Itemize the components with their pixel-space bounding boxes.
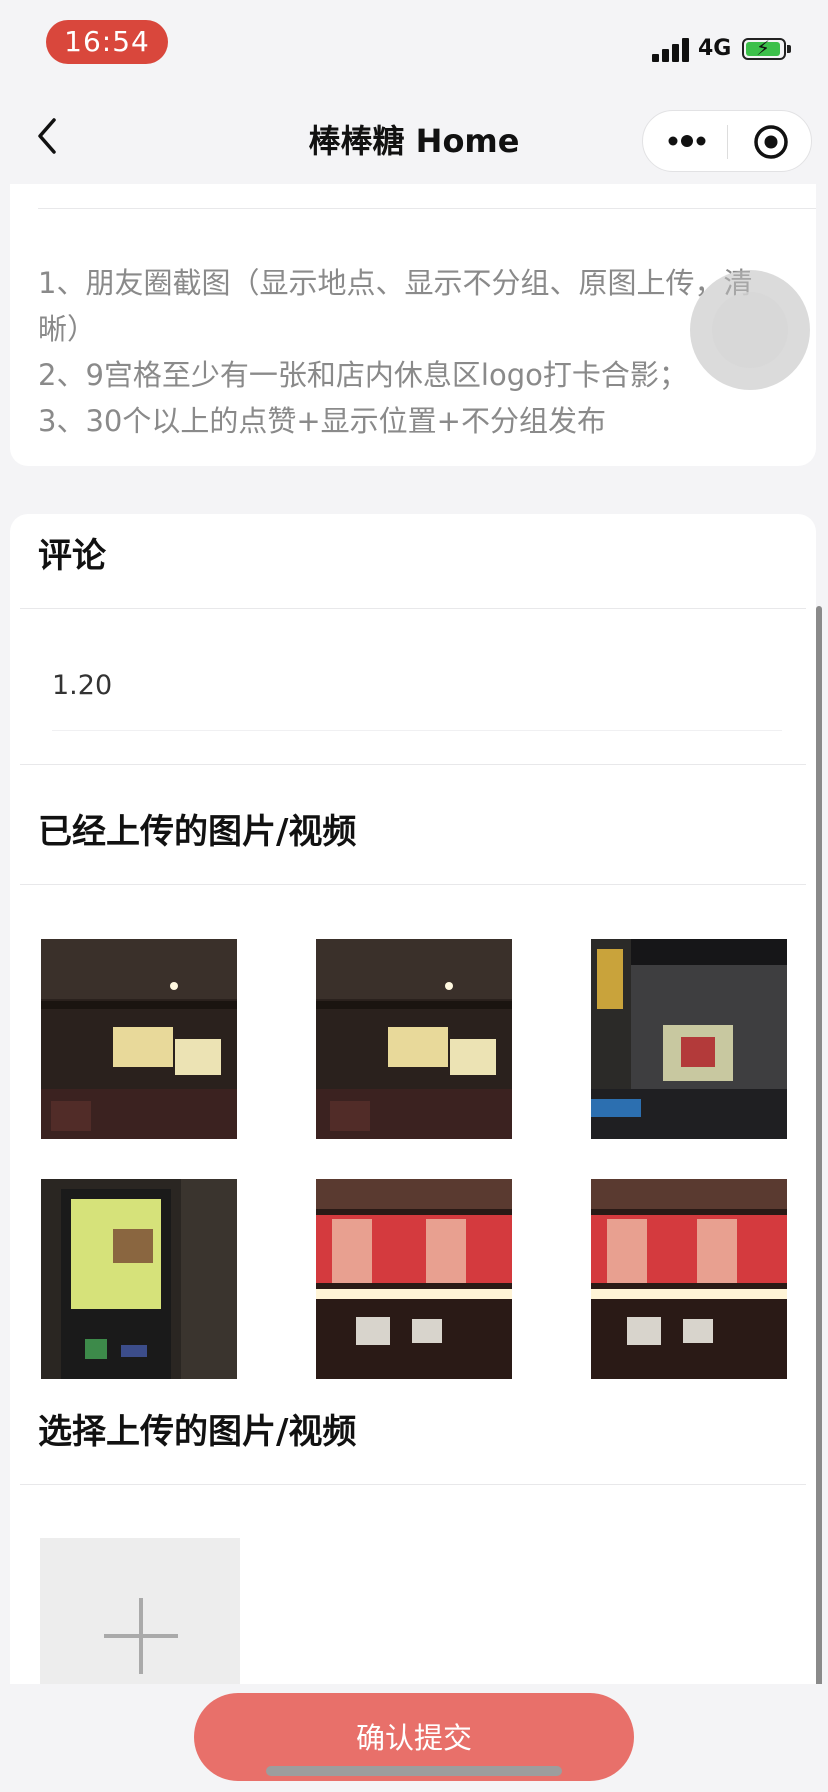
red-ad-banner-photo-1[interactable] — [316, 1179, 512, 1379]
cinema-menu-board-photo-1[interactable] — [41, 939, 237, 1139]
divider — [20, 884, 806, 885]
signal-icon — [652, 38, 690, 62]
battery-charging-icon: ⚡ — [742, 37, 791, 60]
requirement-line: 2、9宫格至少有一张和店内休息区logo打卡合影； — [38, 358, 688, 392]
comment-input[interactable]: 1.20 — [52, 670, 112, 701]
submission-card: 评论 1.20 已经上传的图片/视频 选择上传的图片/视频 — [10, 514, 816, 1684]
target-circle-icon[interactable] — [753, 124, 789, 160]
requirements-text: 1、朋友圈截图（显示地点、显示不分组、原图上传，清晰） 2、9宫格至少有一张和店… — [38, 260, 788, 444]
comment-section-title: 评论 — [38, 536, 106, 576]
network-type: 4G — [698, 36, 732, 61]
requirement-line: 1、朋友圈截图（显示地点、显示不分组、原图上传，清晰） — [38, 266, 753, 346]
cinema-menu-board-photo-2[interactable] — [316, 939, 512, 1139]
uploaded-section-title: 已经上传的图片/视频 — [38, 812, 357, 852]
divider — [20, 764, 806, 765]
status-bar: 16:54 4G ⚡ — [0, 0, 828, 88]
floating-assistive-button[interactable] — [690, 270, 810, 390]
divider — [20, 1484, 806, 1485]
status-time: 16:54 — [46, 20, 168, 64]
requirement-line: 3、30个以上的点赞+显示位置+不分组发布 — [38, 404, 606, 438]
divider — [20, 608, 806, 609]
red-ad-banner-photo-2[interactable] — [591, 1179, 787, 1379]
more-dots-icon[interactable] — [665, 126, 709, 156]
scrollbar[interactable] — [816, 606, 822, 1716]
add-media-button[interactable] — [40, 1538, 240, 1684]
select-upload-title: 选择上传的图片/视频 — [38, 1412, 357, 1452]
nav-bar: 棒棒糖 Home — [0, 88, 828, 184]
home-indicator[interactable] — [266, 1766, 562, 1776]
mini-program-capsule — [642, 110, 812, 172]
cinema-lobby-screen-photo[interactable] — [591, 939, 787, 1139]
popcorn-lightbox-poster-photo[interactable] — [41, 1179, 237, 1379]
divider — [38, 208, 816, 209]
capsule-divider — [727, 125, 728, 159]
divider — [52, 730, 782, 731]
